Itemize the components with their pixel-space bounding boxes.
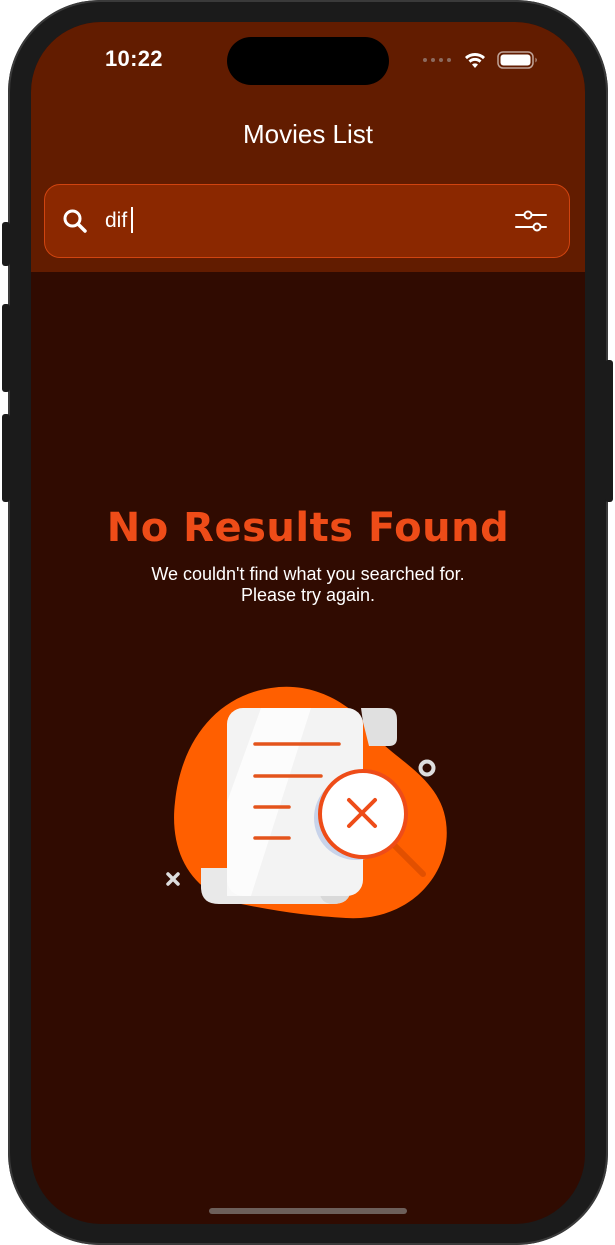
- screen: 10:22 Movies List dif No Results Found W…: [31, 22, 585, 1224]
- action-button: [2, 222, 10, 266]
- no-results-illustration: [166, 686, 447, 919]
- text-cursor: [131, 207, 133, 233]
- search-input[interactable]: [105, 205, 485, 237]
- battery-icon: [497, 51, 537, 69]
- signal-dots-icon: [423, 58, 451, 62]
- dynamic-island: [227, 37, 389, 85]
- header: 10:22 Movies List: [31, 22, 585, 272]
- ring-decoration: [418, 759, 436, 777]
- power-button: [605, 360, 613, 502]
- filter-sliders-icon[interactable]: [514, 207, 548, 235]
- wifi-icon: [465, 53, 485, 68]
- search-bar[interactable]: [44, 184, 570, 258]
- home-indicator[interactable]: [209, 1208, 407, 1214]
- volume-down-button: [2, 414, 10, 502]
- empty-state-line-1: We couldn't find what you searched for.: [151, 564, 465, 584]
- empty-state-title: No Results Found: [106, 505, 510, 551]
- page-title: Movies List: [242, 119, 374, 149]
- empty-state-line-2: Please try again.: [240, 585, 376, 605]
- x-decoration: [166, 872, 180, 886]
- empty-state-message: We couldn't find what you searched for. …: [31, 564, 585, 606]
- status-time: 10:22: [105, 46, 163, 71]
- status-icons: [423, 48, 543, 72]
- volume-up-button: [2, 304, 10, 392]
- search-icon: [63, 209, 87, 233]
